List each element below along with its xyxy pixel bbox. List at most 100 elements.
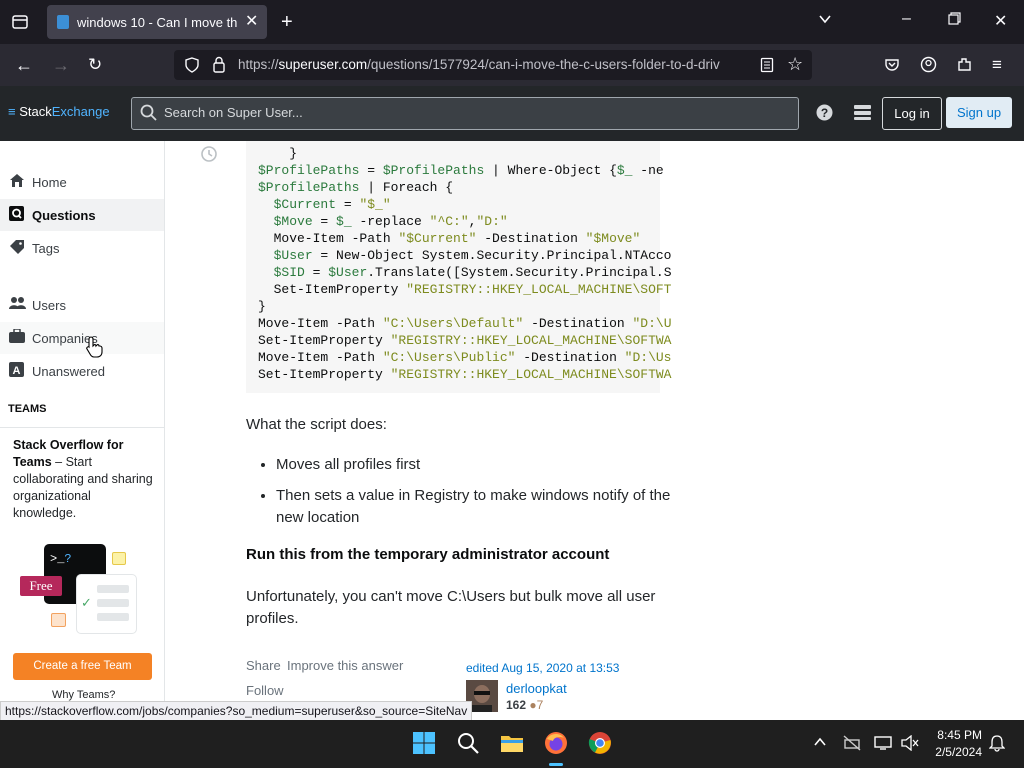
sidebar-item-companies[interactable]: Companies — [0, 322, 164, 354]
clock-time: 8:45 PM — [937, 728, 982, 742]
create-team-button[interactable]: Create a free Team — [13, 653, 152, 680]
sidebar-item-label: Tags — [32, 241, 60, 256]
code-line: Set-ItemProperty "REGISTRY::HKEY_LOCAL_M… — [258, 333, 672, 348]
account-icon[interactable] — [920, 56, 937, 78]
restore-icon[interactable] — [948, 12, 961, 30]
new-tab-icon[interactable]: + — [281, 11, 293, 34]
logo-stack-text: Stack — [19, 104, 52, 119]
chevron-down-icon[interactable] — [818, 12, 832, 31]
svg-text:A: A — [13, 365, 21, 377]
tab-list-icon[interactable] — [11, 13, 29, 36]
display-icon[interactable] — [874, 735, 892, 756]
unanswered-icon: A — [9, 362, 24, 380]
firefox-icon[interactable] — [544, 731, 568, 755]
browser-tab-active[interactable]: windows 10 - Can I move the C:\ ✕ — [47, 5, 267, 39]
bookmark-star-icon[interactable]: ☆ — [787, 54, 803, 75]
answer-intro: What the script does: — [246, 416, 387, 433]
sidebar-item-label: Home — [32, 175, 67, 190]
code-line: $ProfilePaths | Foreach { — [258, 180, 454, 195]
sidebar-item-label: Questions — [32, 208, 96, 223]
reputation-score: 162 — [506, 698, 527, 712]
tag-icon — [9, 239, 25, 257]
teams-illustration: >_? ✓ Free — [20, 542, 150, 637]
logo-exchange-text: Exchange — [51, 104, 110, 119]
url-text[interactable]: https://superuser.com/questions/1577924/… — [238, 57, 748, 72]
sidebar-item-questions[interactable]: Questions — [0, 199, 164, 231]
chat-bubble-icon — [112, 552, 126, 565]
code-line: Move-Item -Path "C:\Users\Public" -Desti… — [258, 350, 672, 365]
chat-bubble-icon — [51, 613, 66, 627]
windows-start-icon[interactable] — [412, 731, 436, 755]
network-offline-icon[interactable] — [843, 735, 861, 756]
close-window-icon[interactable]: ✕ — [994, 11, 1007, 31]
share-link[interactable]: Share — [246, 658, 281, 673]
se-logo-icon: ≡ — [8, 104, 16, 119]
code-line: $User = New-Object System.Security.Princ… — [273, 248, 672, 263]
help-icon[interactable]: ? — [816, 104, 833, 126]
follow-link[interactable]: Follow — [246, 683, 284, 698]
answer-bold-note: Run this from the temporary administrato… — [246, 546, 610, 563]
reload-icon[interactable]: ↻ — [88, 55, 102, 75]
forward-icon[interactable]: → — [52, 55, 70, 76]
stackexchange-logo[interactable]: ≡ StackExchange — [8, 104, 110, 119]
lock-icon[interactable] — [212, 56, 226, 78]
answer-bullets: Moves all profiles first Then sets a val… — [246, 454, 676, 538]
tracking-shield-icon[interactable] — [184, 57, 200, 78]
clock-date: 2/5/2024 — [935, 745, 982, 759]
site-switcher-icon[interactable] — [853, 104, 872, 126]
search-icon — [140, 104, 157, 126]
companies-icon — [9, 328, 25, 346]
users-icon — [9, 296, 26, 313]
list-item: Moves all profiles first — [276, 454, 676, 476]
url-domain: superuser.com — [278, 57, 368, 72]
history-icon[interactable] — [200, 145, 218, 168]
pocket-icon[interactable] — [884, 57, 900, 78]
sidebar-item-home[interactable]: Home — [0, 166, 164, 198]
answer-closing: Unfortunately, you can't move C:\Users b… — [246, 588, 656, 627]
login-button[interactable]: Log in — [882, 97, 942, 130]
bronze-badge-icon: ● — [529, 698, 537, 712]
questions-icon — [9, 206, 24, 224]
home-icon — [9, 173, 25, 191]
sidebar-item-tags[interactable]: Tags — [0, 232, 164, 264]
code-line: } — [258, 146, 298, 161]
edited-timestamp-link[interactable]: edited Aug 15, 2020 at 13:53 — [466, 661, 619, 675]
back-icon[interactable]: ← — [15, 55, 33, 76]
sidebar-item-label: Users — [32, 298, 66, 313]
signup-button[interactable]: Sign up — [946, 97, 1012, 128]
active-app-indicator — [549, 763, 563, 766]
tray-chevron-up-icon[interactable] — [813, 735, 827, 752]
sidebar-item-unanswered[interactable]: A Unanswered — [0, 355, 164, 387]
minimize-icon[interactable]: – — [902, 10, 911, 28]
notification-bell-icon[interactable] — [988, 735, 1006, 757]
file-explorer-icon[interactable] — [500, 731, 524, 755]
code-line: Move-Item -Path "C:\Users\Default" -Dest… — [258, 316, 672, 331]
code-line: $Current = "$_" — [273, 197, 391, 212]
code-text: } $ProfilePaths = $ProfilePaths | Where-… — [258, 145, 672, 383]
teams-promo-text: Stack Overflow for Teams – Start collabo… — [13, 438, 153, 520]
url-path: /questions/1577924/can-i-move-the-c-user… — [367, 57, 720, 72]
code-line: $SID = $User.Translate([System.Security.… — [273, 265, 672, 280]
superuser-favicon-icon — [57, 15, 69, 29]
checklist-illustration-icon: ✓ — [76, 574, 137, 634]
code-line: } — [258, 299, 266, 314]
code-line: $ProfilePaths = $ProfilePaths | Where-Ob… — [258, 163, 664, 178]
bronze-badge-count: 7 — [536, 698, 544, 712]
why-teams-link[interactable]: Why Teams? — [52, 689, 115, 701]
taskbar-clock[interactable]: 8:45 PM 2/5/2024 — [916, 727, 982, 761]
user-name-link[interactable]: derloopkat — [506, 681, 567, 696]
close-tab-icon[interactable]: ✕ — [245, 11, 258, 31]
code-line: Move-Item -Path "$Current" -Destination … — [258, 231, 641, 246]
extensions-icon[interactable] — [956, 56, 973, 78]
code-line: Set-ItemProperty "REGISTRY::HKEY_LOCAL_M… — [258, 367, 672, 382]
teams-header: TEAMS — [8, 403, 47, 415]
browser-tab-bar: windows 10 - Can I move the C:\ ✕ + – ✕ — [0, 0, 1024, 44]
hamburger-menu-icon[interactable]: ≡ — [992, 55, 1002, 75]
improve-answer-link[interactable]: Improve this answer — [287, 658, 403, 673]
sidebar-item-users[interactable]: Users — [0, 289, 164, 321]
search-placeholder: Search on Super User... — [164, 105, 303, 120]
taskbar-search-icon[interactable] — [456, 731, 480, 755]
reader-view-icon[interactable] — [760, 57, 774, 78]
user-reputation: 162 ●7 — [506, 698, 543, 712]
chrome-icon[interactable] — [588, 731, 612, 755]
